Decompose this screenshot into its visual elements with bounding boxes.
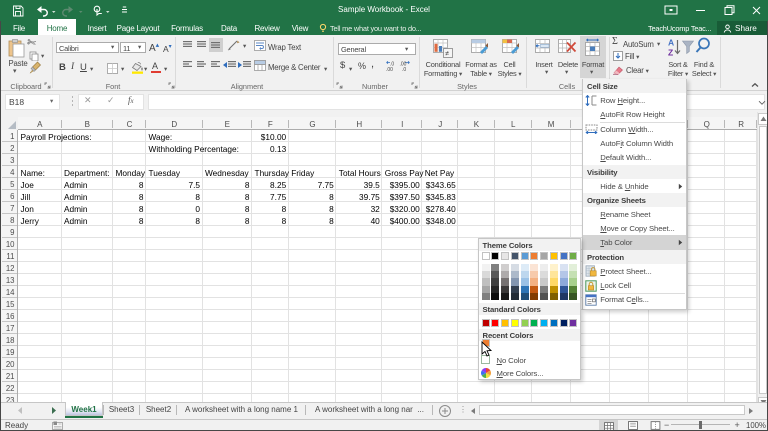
svg-text:.00: .00 (386, 67, 393, 72)
svg-text:Z: Z (668, 48, 673, 58)
svg-text:≠: ≠ (445, 51, 449, 58)
svg-text:.0: .0 (402, 67, 406, 72)
svg-text:A: A (668, 38, 674, 48)
